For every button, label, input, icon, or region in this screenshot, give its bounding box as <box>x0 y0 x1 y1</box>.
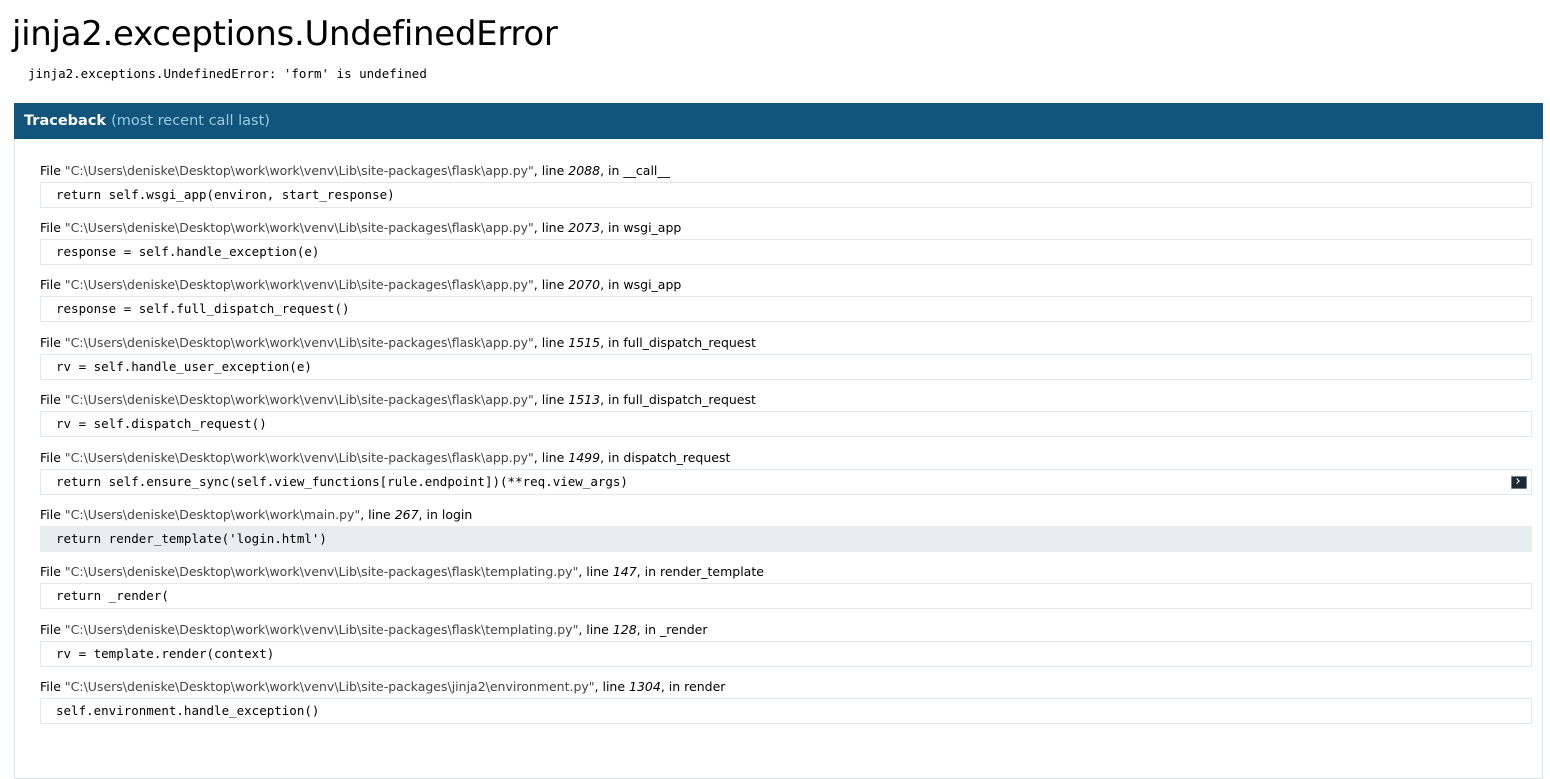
frame-code-line[interactable]: return _render( <box>40 583 1532 609</box>
frame-info: File "C:\Users\deniske\Desktop\work\work… <box>40 447 1532 469</box>
frame-filename: "C:\Users\deniske\Desktop\work\work\venv… <box>64 564 579 579</box>
traceback-frame: File "C:\Users\deniske\Desktop\work\work… <box>40 332 1532 380</box>
in-prefix: , in <box>418 507 442 522</box>
frame-filename: "C:\Users\deniske\Desktop\work\work\venv… <box>64 163 534 178</box>
frame-function-name: _render <box>660 622 708 637</box>
in-prefix: , in <box>600 335 624 350</box>
line-prefix: , line <box>594 679 630 694</box>
traceback-header: Traceback (most recent call last) <box>14 103 1543 139</box>
frame-code-line[interactable]: rv = template.render(context) <box>40 641 1532 667</box>
traceback-frame: File "C:\Users\deniske\Desktop\work\work… <box>40 676 1532 724</box>
in-prefix: , in <box>636 564 660 579</box>
frame-info: File "C:\Users\deniske\Desktop\work\work… <box>40 332 1532 354</box>
frame-filename: "C:\Users\deniske\Desktop\work\work\main… <box>64 507 361 522</box>
file-prefix: File <box>40 450 65 465</box>
frame-function-name: wsgi_app <box>623 277 682 292</box>
frame-line-number: 267 <box>394 507 419 522</box>
frame-function-name: login <box>441 507 473 522</box>
file-prefix: File <box>40 277 65 292</box>
frame-function-name: full_dispatch_request <box>623 335 756 350</box>
page-title: jinja2.exceptions.UndefinedError <box>12 14 558 54</box>
frame-function-name: __call__ <box>623 163 670 178</box>
frame-function-name: render <box>684 679 726 694</box>
frame-function-name: dispatch_request <box>623 450 731 465</box>
frame-line-number: 1513 <box>568 392 601 407</box>
traceback-frame: File "C:\Users\deniske\Desktop\work\work… <box>40 217 1532 265</box>
traceback-frame: File "C:\Users\deniske\Desktop\work\work… <box>40 561 1532 609</box>
frame-line-number: 2073 <box>568 220 601 235</box>
frame-info: File "C:\Users\deniske\Desktop\work\work… <box>40 217 1532 239</box>
traceback-header-label: Traceback <box>24 113 107 129</box>
code-text: return self.ensure_sync(self.view_functi… <box>56 474 628 489</box>
line-prefix: , line <box>578 622 613 637</box>
in-prefix: , in <box>600 277 624 292</box>
frame-info: File "C:\Users\deniske\Desktop\work\work… <box>40 160 1532 182</box>
line-prefix: , line <box>533 220 569 235</box>
frame-line-number: 1499 <box>568 450 601 465</box>
line-prefix: , line <box>578 564 613 579</box>
frame-filename: "C:\Users\deniske\Desktop\work\work\venv… <box>64 679 595 694</box>
frame-code-line[interactable]: return self.ensure_sync(self.view_functi… <box>40 469 1532 495</box>
error-message: jinja2.exceptions.UndefinedError: 'form'… <box>28 66 427 81</box>
frame-code-line[interactable]: return self.wsgi_app(environ, start_resp… <box>40 182 1532 208</box>
frame-code-line-current[interactable]: return render_template('login.html') <box>40 526 1532 552</box>
console-icon[interactable] <box>1511 476 1527 489</box>
frame-code-line[interactable]: self.environment.handle_exception() <box>40 698 1532 724</box>
frame-info: File "C:\Users\deniske\Desktop\work\work… <box>40 561 1532 583</box>
frame-filename: "C:\Users\deniske\Desktop\work\work\venv… <box>64 392 534 407</box>
frame-line-number: 128 <box>612 622 637 637</box>
file-prefix: File <box>40 679 65 694</box>
frame-function-name: full_dispatch_request <box>623 392 756 407</box>
frame-code-line[interactable]: rv = self.dispatch_request() <box>40 411 1532 437</box>
frame-function-name: wsgi_app <box>623 220 682 235</box>
in-prefix: , in <box>660 679 685 694</box>
traceback-frame: File "C:\Users\deniske\Desktop\work\work… <box>40 274 1532 322</box>
frame-info: File "C:\Users\deniske\Desktop\work\work… <box>40 274 1532 296</box>
in-prefix: , in <box>600 392 624 407</box>
in-prefix: , in <box>636 622 660 637</box>
traceback-frame: File "C:\Users\deniske\Desktop\work\work… <box>40 447 1532 495</box>
frame-line-number: 2070 <box>568 277 601 292</box>
frame-line-number: 1304 <box>629 679 661 694</box>
frame-filename: "C:\Users\deniske\Desktop\work\work\venv… <box>64 335 534 350</box>
line-prefix: , line <box>533 277 569 292</box>
frame-filename: "C:\Users\deniske\Desktop\work\work\venv… <box>64 220 534 235</box>
in-prefix: , in <box>600 450 624 465</box>
traceback-frame: File "C:\Users\deniske\Desktop\work\work… <box>40 504 1532 552</box>
frame-info: File "C:\Users\deniske\Desktop\work\work… <box>40 389 1532 411</box>
frame-info: File "C:\Users\deniske\Desktop\work\work… <box>40 504 1532 526</box>
in-prefix: , in <box>600 163 624 178</box>
frame-code-line[interactable]: response = self.handle_exception(e) <box>40 239 1532 265</box>
line-prefix: , line <box>533 163 569 178</box>
frame-filename: "C:\Users\deniske\Desktop\work\work\venv… <box>64 622 579 637</box>
file-prefix: File <box>40 392 65 407</box>
frame-line-number: 1515 <box>568 335 601 350</box>
file-prefix: File <box>40 335 65 350</box>
frame-line-number: 147 <box>612 564 637 579</box>
frame-info: File "C:\Users\deniske\Desktop\work\work… <box>40 619 1532 641</box>
frame-code-line[interactable]: rv = self.handle_user_exception(e) <box>40 354 1532 380</box>
frame-filename: "C:\Users\deniske\Desktop\work\work\venv… <box>64 277 534 292</box>
frame-filename: "C:\Users\deniske\Desktop\work\work\venv… <box>64 450 534 465</box>
traceback-frame: File "C:\Users\deniske\Desktop\work\work… <box>40 619 1532 667</box>
file-prefix: File <box>40 220 65 235</box>
traceback-header-note: (most recent call last) <box>111 113 270 129</box>
frame-line-number: 2088 <box>568 163 601 178</box>
line-prefix: , line <box>533 450 569 465</box>
traceback-frame: File "C:\Users\deniske\Desktop\work\work… <box>40 389 1532 437</box>
traceback-frame: File "C:\Users\deniske\Desktop\work\work… <box>40 160 1532 208</box>
in-prefix: , in <box>600 220 624 235</box>
frame-code-line[interactable]: response = self.full_dispatch_request() <box>40 296 1532 322</box>
file-prefix: File <box>40 564 65 579</box>
line-prefix: , line <box>533 392 569 407</box>
frame-function-name: render_template <box>660 564 764 579</box>
file-prefix: File <box>40 507 65 522</box>
file-prefix: File <box>40 163 65 178</box>
line-prefix: , line <box>533 335 569 350</box>
line-prefix: , line <box>360 507 395 522</box>
frame-info: File "C:\Users\deniske\Desktop\work\work… <box>40 676 1532 698</box>
file-prefix: File <box>40 622 65 637</box>
